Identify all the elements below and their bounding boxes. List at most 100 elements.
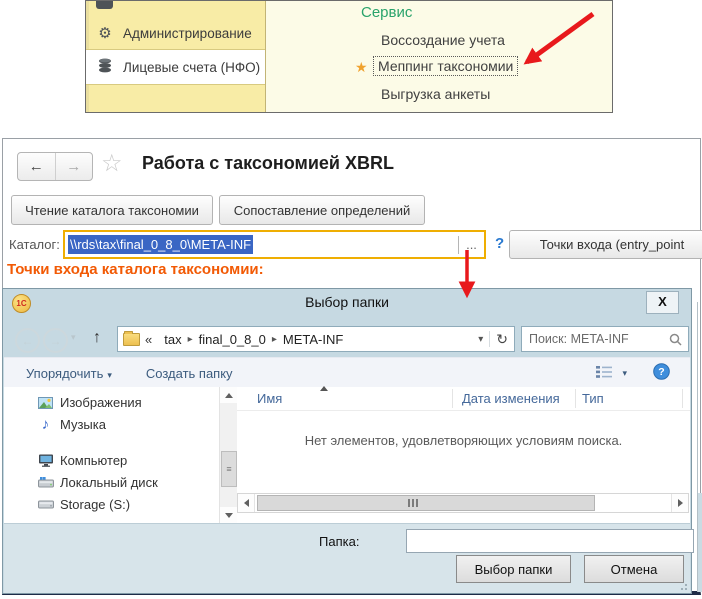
nav-back-button[interactable]: ← [15, 328, 40, 353]
chevron-down-icon: ▾ [107, 370, 112, 380]
column-divider[interactable] [575, 389, 576, 408]
view-mode-chevron-icon[interactable]: ▾ [622, 368, 627, 379]
sidebar-item-pictures[interactable]: Изображения [4, 392, 218, 413]
view-mode-icon[interactable] [596, 366, 612, 381]
drive-icon [37, 500, 54, 509]
triangle-left-icon [244, 499, 249, 507]
nav-history-chevron-icon[interactable]: ▾ [71, 332, 76, 343]
breadcrumb-separator-icon: ▸ [272, 334, 277, 345]
scroll-left-button[interactable] [238, 494, 255, 512]
sidebar-item-label: Локальный диск [60, 475, 158, 490]
list-header: Имя Дата изменения Тип [237, 387, 690, 411]
background-window-edge [698, 493, 702, 592]
app-1c-icon: 1С [12, 294, 31, 313]
breadcrumb-item[interactable]: META-INF [283, 332, 343, 347]
music-icon: ♪ [37, 416, 54, 433]
triangle-down-icon [225, 513, 233, 518]
browse-button[interactable]: ... [459, 237, 484, 252]
scroll-down-button[interactable] [220, 507, 237, 523]
resize-grip[interactable] [677, 580, 687, 590]
svg-text:?: ? [658, 366, 664, 378]
breadcrumb-separator-icon: ▸ [188, 334, 193, 345]
search-input[interactable]: Поиск: META-INF [521, 326, 689, 352]
scroll-up-button[interactable] [220, 387, 237, 403]
forward-button[interactable]: → [56, 153, 93, 180]
folder-icon [123, 333, 140, 346]
column-header-name[interactable]: Имя [257, 391, 282, 406]
organize-label: Упорядочить [26, 366, 103, 381]
catalog-label: Каталог: [9, 237, 60, 252]
favorite-toggle-icon[interactable]: ☆ [101, 149, 123, 178]
pictures-icon [37, 397, 54, 409]
gear-icon: ⚙ [95, 24, 115, 42]
menu-item-taxonomy-mapping[interactable]: Меппинг таксономии [373, 56, 518, 76]
back-arrow-icon: ← [22, 334, 34, 348]
catalog-input[interactable]: \\rds\tax\final_0_8_0\META-INF ... [63, 230, 486, 259]
sidebar-item-label: Лицевые счета (НФО) [123, 60, 260, 75]
breadcrumb-item[interactable]: tax [164, 332, 181, 347]
compare-definitions-button[interactable]: Сопоставление определений [219, 195, 425, 225]
breadcrumb[interactable]: « tax ▸ final_0_8_0 ▸ META-INF ▾ ↻ [117, 326, 515, 352]
help-link[interactable]: ? [495, 235, 504, 252]
help-icon[interactable]: ? [653, 363, 670, 383]
entry-points-heading: Точки входа каталога таксономии: [7, 261, 264, 278]
accounts-icon [95, 58, 115, 76]
horizontal-scrollbar[interactable] [237, 493, 689, 513]
sidebar-item-music[interactable]: ♪ Музыка [4, 414, 218, 435]
cancel-button[interactable]: Отмена [584, 555, 684, 583]
file-list: Имя Дата изменения Тип Нет элементов, уд… [237, 387, 690, 523]
select-folder-button[interactable]: Выбор папки [456, 555, 571, 583]
back-arrow-icon: ← [29, 158, 44, 175]
sidebar-scrollbar[interactable]: ≡ [219, 387, 237, 523]
menu-item-export-form[interactable]: Выгрузка анкеты [381, 86, 490, 102]
organize-menu-button[interactable]: Упорядочить ▾ [26, 366, 112, 381]
breadcrumb-dropdown-icon[interactable]: ▾ [478, 334, 483, 345]
scrollbar-thumb[interactable]: ≡ [221, 451, 237, 487]
up-directory-button[interactable]: ↑ [93, 329, 101, 347]
refresh-icon[interactable]: ↻ [496, 331, 508, 348]
new-folder-button[interactable]: Создать папку [146, 366, 233, 381]
breadcrumb-overflow-icon[interactable]: « [145, 332, 152, 347]
nav-forward-button[interactable]: → [43, 328, 68, 353]
column-header-type[interactable]: Тип [582, 391, 604, 406]
scrollbar-thumb[interactable] [257, 495, 595, 511]
dialog-titlebar[interactable]: Выбор папки [3, 289, 691, 315]
dialog-nav-row: ← → ▾ ↑ « tax ▸ final_0_8_0 ▸ META-INF ▾… [3, 325, 691, 353]
sidebar-item-local-disk[interactable]: Локальный диск [4, 472, 218, 493]
scroll-right-button[interactable] [671, 494, 688, 512]
sidebar-item-computer[interactable]: Компьютер [4, 450, 218, 471]
back-button[interactable]: ← [18, 153, 56, 180]
section-menu-panel: ⚙ Администрирование Лицевые счета (НФО) … [85, 0, 613, 113]
menu-item-recreate-accounting[interactable]: Воссоздание учета [381, 32, 505, 48]
folder-name-input[interactable] [406, 529, 694, 553]
dialog-footer: Папка: Выбор папки Отмена [4, 523, 690, 593]
dialog-body: Изображения ♪ Музыка Компьютер Локальный… [4, 387, 690, 523]
sidebar-menu: ⚙ Администрирование Лицевые счета (НФО) [86, 1, 266, 112]
folder-label: Папка: [319, 534, 359, 549]
catalog-value-selected: \\rds\tax\final_0_8_0\META-INF [68, 235, 253, 254]
dialog-toolbar: Упорядочить ▾ Создать папку ▾ ? [4, 357, 690, 389]
disk-icon [37, 477, 54, 488]
sidebar-item-label: Компьютер [60, 453, 127, 468]
service-section: Сервис Воссоздание учета ★ Меппинг таксо… [266, 1, 612, 112]
sidebar-item-label: Storage (S:) [60, 497, 130, 512]
entry-points-button[interactable]: Точки входа (entry_point [509, 230, 702, 259]
history-nav: ← → [17, 152, 93, 181]
sort-ascending-icon [320, 386, 328, 391]
column-divider[interactable] [682, 389, 683, 408]
page-title: Работа с таксономией XBRL [142, 153, 394, 174]
column-header-date[interactable]: Дата изменения [462, 391, 560, 406]
forward-arrow-icon: → [50, 334, 62, 348]
search-text: Поиск: META-INF [529, 332, 629, 346]
breadcrumb-item[interactable]: final_0_8_0 [199, 332, 266, 347]
search-icon [669, 333, 682, 346]
sidebar-item-storage-drive[interactable]: Storage (S:) [4, 494, 218, 515]
close-button[interactable]: X [646, 291, 679, 314]
sidebar-item-accounts[interactable]: Лицевые счета (НФО) [86, 49, 265, 85]
sidebar-item-label: Музыка [60, 417, 106, 432]
grip-icon: ≡ [226, 464, 231, 474]
read-catalog-button[interactable]: Чтение каталога таксономии [11, 195, 213, 225]
column-divider[interactable] [452, 389, 453, 408]
sidebar-item-administration[interactable]: ⚙ Администрирование [86, 18, 265, 48]
favorite-star-icon[interactable]: ★ [355, 59, 368, 76]
